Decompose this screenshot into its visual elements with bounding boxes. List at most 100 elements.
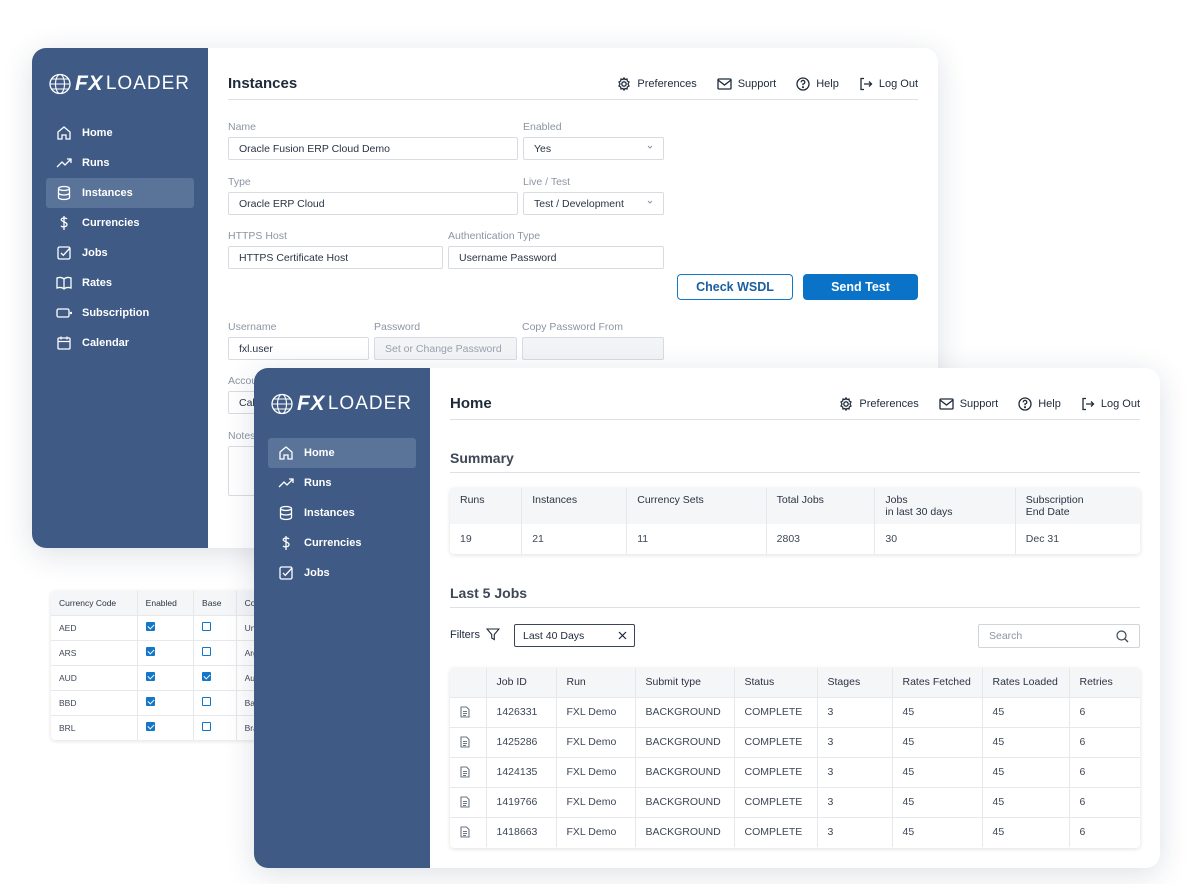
table-row[interactable]: 1425286 FXL Demo BACKGROUND COMPLETE 3 45 45 6 [450, 726, 1140, 757]
host-field[interactable]: HTTPS Certificate Host [228, 246, 443, 269]
document-icon[interactable] [460, 736, 476, 748]
document-icon[interactable] [460, 826, 476, 838]
logout-link[interactable]: Log Out [1081, 397, 1140, 411]
sidebar: FX LOADER Home Runs Instances Currencies Job… [32, 48, 208, 548]
enabled-checkbox[interactable] [145, 672, 155, 681]
sidebar-item-label: Subscription [82, 307, 150, 319]
table-row[interactable]: 1418663 FXL Demo BACKGROUND COMPLETE 3 45 45 6 [450, 816, 1140, 847]
enabled-checkbox[interactable] [145, 697, 155, 706]
currency-code: BRL [51, 714, 138, 740]
sidebar-item-runs[interactable]: Runs [46, 148, 194, 178]
sidebar-item-instances[interactable]: Instances [268, 498, 416, 528]
sidebar-item-label: Home [82, 127, 113, 139]
document-icon[interactable] [460, 796, 476, 808]
summary-value: 30 [874, 524, 1016, 554]
base-cell [193, 614, 237, 640]
sidebar-item-home[interactable]: Home [268, 438, 416, 468]
currency-code: ARS [51, 639, 138, 665]
preferences-link[interactable]: Preferences [617, 76, 697, 91]
home-icon [278, 445, 294, 461]
type-field[interactable]: Oracle ERP Cloud [228, 192, 518, 215]
sidebar-item-home[interactable]: Home [46, 118, 194, 148]
name-label: Name [228, 121, 257, 133]
chevron-down-icon [647, 200, 653, 204]
livetest-select[interactable]: Test / Development [523, 192, 664, 215]
preferences-link[interactable]: Preferences [839, 396, 919, 411]
column-header[interactable]: Enabled [136, 591, 194, 615]
base-checkbox[interactable] [202, 697, 212, 706]
enabled-checkbox[interactable] [145, 722, 155, 732]
logout-link[interactable]: Log Out [859, 77, 918, 91]
send-test-button[interactable]: Send Test [803, 274, 918, 300]
column-header[interactable] [450, 668, 486, 697]
sidebar-item-subscription[interactable]: Subscription [46, 298, 194, 328]
enabled-checkbox[interactable] [145, 622, 155, 631]
sidebar-item-calendar[interactable]: Calendar [46, 328, 194, 358]
sidebar-item-jobs[interactable]: Jobs [46, 238, 194, 268]
check-wsdl-button[interactable]: Check WSDL [677, 274, 793, 300]
search-icon [1116, 630, 1129, 643]
auth-field[interactable]: Username Password [448, 246, 664, 269]
help-label: Help [816, 77, 839, 90]
base-checkbox[interactable] [202, 672, 212, 681]
document-icon[interactable] [460, 766, 476, 778]
filter-chip-label: Last 40 Days [523, 629, 585, 642]
copy-password-field[interactable] [522, 337, 664, 360]
help-link[interactable]: Help [1018, 396, 1061, 411]
close-icon[interactable] [618, 631, 627, 640]
support-link[interactable]: Support [717, 78, 776, 90]
filter-chip[interactable]: Last 40 Days [514, 624, 635, 647]
table-row[interactable]: 1419766 FXL Demo BACKGROUND COMPLETE 3 45 45 6 [450, 786, 1140, 817]
document-icon[interactable] [460, 706, 476, 718]
enabled-checkbox[interactable] [145, 647, 155, 656]
base-checkbox[interactable] [202, 647, 212, 656]
name-field[interactable]: Oracle Fusion ERP Cloud Demo [228, 137, 518, 160]
copy-password-label: Copy Password From [522, 321, 623, 333]
account-label: Accou [228, 375, 258, 387]
column-header[interactable]: Stages [816, 668, 892, 697]
username-label: Username [228, 321, 277, 333]
column-header[interactable]: Submit type [634, 668, 734, 697]
column-header[interactable]: Retries [1068, 668, 1140, 697]
run-cell: FXL Demo [555, 696, 635, 727]
sidebar-item-rates[interactable]: Rates [46, 268, 194, 298]
table-row[interactable]: 1424135 FXL Demo BACKGROUND COMPLETE 3 45 45 6 [450, 756, 1140, 787]
rates-fetched-cell: 45 [891, 726, 982, 757]
search-input[interactable]: Search [978, 624, 1140, 648]
column-header[interactable]: Rates Fetched [891, 668, 982, 697]
sidebar-item-instances[interactable]: Instances [46, 178, 194, 208]
sidebar-item-runs[interactable]: Runs [268, 468, 416, 498]
support-link[interactable]: Support [939, 398, 998, 410]
status-cell: COMPLETE [733, 726, 817, 757]
sidebar-item-jobs[interactable]: Jobs [268, 558, 416, 588]
filters-control[interactable]: Filters [450, 628, 500, 641]
password-field[interactable]: Set or Change Password [374, 337, 517, 360]
summary-header: Currency Sets [626, 488, 767, 524]
table-row[interactable]: 1426331 FXL Demo BACKGROUND COMPLETE 3 45 45 6 [450, 696, 1140, 727]
enabled-select[interactable]: Yes [523, 137, 664, 160]
summary-value: 2803 [765, 524, 875, 554]
column-header[interactable]: Rates Loaded [981, 668, 1069, 697]
top-links: Preferences Support Help Log Out [839, 396, 1140, 411]
column-header[interactable]: Base [193, 591, 237, 615]
jobs-divider [450, 607, 1140, 608]
job-id-cell: 1426331 [485, 696, 556, 727]
stages-cell: 3 [816, 756, 892, 787]
sidebar-item-label: Instances [82, 187, 133, 199]
retries-cell: 6 [1068, 786, 1140, 817]
help-link[interactable]: Help [796, 76, 839, 91]
home-icon [56, 125, 72, 141]
column-header[interactable]: Run [555, 668, 635, 697]
doc-cell [450, 816, 486, 847]
username-field[interactable]: fxl.user [228, 337, 369, 360]
column-header[interactable]: Status [733, 668, 817, 697]
column-header[interactable]: Currency Code [51, 591, 138, 615]
sidebar-item-currencies[interactable]: Currencies [46, 208, 194, 238]
column-header[interactable]: Job ID [485, 668, 556, 697]
base-checkbox[interactable] [202, 722, 212, 732]
base-checkbox[interactable] [202, 622, 212, 631]
sidebar-item-currencies[interactable]: Currencies [268, 528, 416, 558]
sidebar: FX LOADER Home Runs Instances Currencies Job… [254, 368, 430, 868]
enabled-value: Yes [534, 142, 552, 155]
type-label: Type [228, 176, 251, 188]
